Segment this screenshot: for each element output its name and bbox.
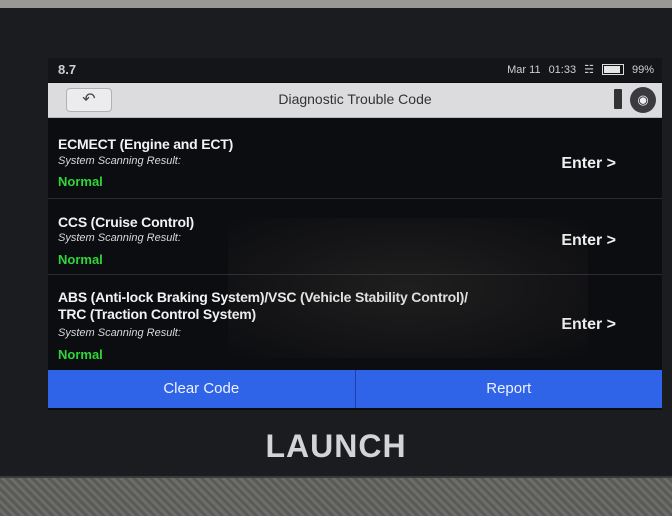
clear-code-button[interactable]: Clear Code bbox=[48, 370, 355, 408]
row-divider bbox=[48, 274, 662, 275]
system-row-ccs: CCS (Cruise Control) System Scanning Res… bbox=[48, 200, 662, 278]
flag-icon[interactable] bbox=[614, 89, 622, 109]
status-right-group: Mar 11 01:33 ☵ 99% bbox=[507, 63, 654, 77]
system-name-line2: TRC (Traction Control System) bbox=[58, 306, 256, 322]
status-bar: 8.7 Mar 11 01:33 ☵ 99% bbox=[48, 58, 662, 82]
enter-button[interactable]: Enter > bbox=[561, 316, 616, 334]
outer-frame-top bbox=[0, 0, 672, 8]
title-bar: ↶ Diagnostic Trouble Code ◉ bbox=[48, 83, 662, 118]
wifi-icon: ☵ bbox=[584, 64, 594, 76]
scan-status: Normal bbox=[58, 347, 103, 362]
system-name: CCS (Cruise Control) bbox=[58, 214, 195, 230]
scan-status: Normal bbox=[58, 252, 103, 267]
system-name: ABS (Anti-lock Braking System)/VSC (Vehi… bbox=[58, 289, 468, 305]
status-time: 01:33 bbox=[548, 63, 577, 76]
enter-button[interactable]: Enter > bbox=[561, 155, 616, 173]
battery-icon bbox=[601, 64, 624, 75]
system-row-ecmect: ECMECT (Engine and ECT) System Scanning … bbox=[48, 118, 662, 196]
status-date: Mar 11 bbox=[507, 63, 541, 76]
scan-result-label: System Scanning Result: bbox=[58, 327, 181, 339]
row-divider bbox=[48, 198, 662, 199]
brand-logo: LAUNCH bbox=[265, 428, 407, 464]
report-button[interactable]: Report bbox=[354, 370, 662, 408]
page-title: Diagnostic Trouble Code bbox=[278, 91, 432, 107]
status-left-text: 8.7 bbox=[58, 62, 77, 77]
outer-frame-bottom bbox=[0, 476, 672, 516]
enter-button[interactable]: Enter > bbox=[561, 232, 616, 250]
scan-result-label: System Scanning Result: bbox=[58, 155, 181, 167]
bottom-action-bar: Clear Code Report bbox=[48, 370, 662, 408]
system-row-abs: ABS (Anti-lock Braking System)/VSC (Vehi… bbox=[48, 276, 662, 372]
scan-status: Normal bbox=[58, 174, 103, 189]
system-name: ECMECT (Engine and ECT) bbox=[58, 136, 234, 152]
battery-percent: 99% bbox=[631, 63, 654, 76]
camera-icon[interactable]: ◉ bbox=[630, 87, 656, 113]
scan-result-label: System Scanning Result: bbox=[58, 232, 181, 244]
system-list: ECMECT (Engine and ECT) System Scanning … bbox=[48, 118, 662, 372]
device-screen: 8.7 Mar 11 01:33 ☵ 99% ↶ Diagnostic Trou… bbox=[48, 58, 662, 410]
